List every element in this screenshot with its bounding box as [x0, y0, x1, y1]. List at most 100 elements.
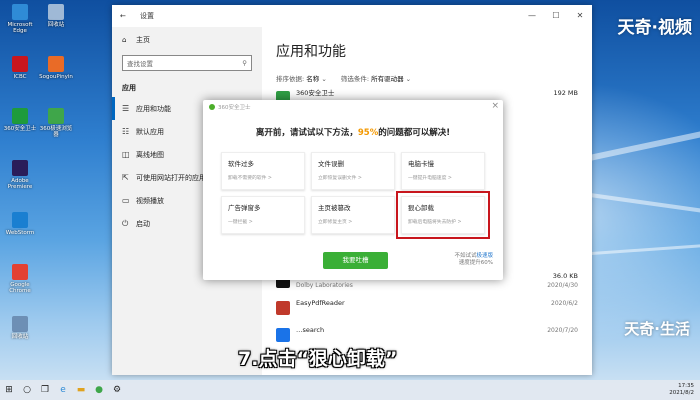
clock-time: 17:35	[678, 383, 694, 389]
option-title: 文件误删	[318, 160, 344, 168]
option-subtitle: 卸载后电脑将失去防护 >	[408, 220, 462, 225]
desktop-icon-label: 360安全卫士	[3, 126, 37, 132]
sidebar-home[interactable]: ⌂ 主页	[112, 27, 262, 53]
desktop-icon[interactable]: 360安全卫士	[2, 108, 38, 132]
sidebar-item-label: 可使用网站打开的应用	[136, 173, 206, 182]
promo-text: 不如试试	[454, 253, 477, 259]
sort-value: 名称	[306, 75, 320, 83]
option-card[interactable]: 文件误删 立即恢复误删文件 >	[311, 152, 395, 190]
desktop-icon-label: Microsoft Edge	[7, 22, 33, 34]
chevron-down-icon: ⌄	[405, 75, 412, 83]
filter-label: 筛选条件:	[340, 75, 370, 83]
desktop-icon-label: ICBC	[13, 74, 27, 80]
option-title: 主页被篡改	[318, 204, 351, 212]
start-icon[interactable]: ⊞	[0, 380, 18, 400]
system-clock[interactable]: 17:35 2021/8/2	[669, 383, 694, 397]
option-title: 广告弹窗多	[228, 204, 261, 212]
close-icon[interactable]: ×	[491, 101, 499, 111]
option-grid: 软件过多 卸载不需要的软件 > 文件误删 立即恢复误删文件 > 电脑卡慢 一键提升电脑速度…	[203, 152, 503, 239]
desktop-icon[interactable]: 回收站	[2, 316, 38, 340]
app-icon	[48, 108, 64, 124]
app-icon	[276, 301, 290, 315]
app-icon	[48, 56, 64, 72]
app-icon	[12, 264, 28, 280]
sidebar-item-label: 默认应用	[136, 127, 164, 136]
sidebar-item-label: 视频播放	[136, 196, 164, 205]
sidebar-item-label: 启动	[136, 219, 150, 228]
desktop-icon-label: 回收站	[47, 22, 65, 28]
headline-text: 离开前，请试试以下方法，	[255, 128, 358, 138]
step-caption: 7.点击“狠心卸载”	[238, 348, 398, 370]
dialog-title-bar: 360安全卫士	[203, 100, 503, 114]
back-arrow-icon[interactable]: ←	[120, 12, 130, 20]
desktop-icon[interactable]: Google Chrome	[2, 264, 38, 294]
close-button[interactable]: ✕	[568, 5, 592, 27]
search-icon[interactable]: ○	[18, 380, 36, 400]
desktop-icon[interactable]: 360极速浏览器	[38, 108, 74, 138]
browser-icon[interactable]: e	[54, 380, 72, 400]
desktop-icon[interactable]: Adobe Premiere	[2, 160, 38, 190]
explorer-icon[interactable]: ▬	[72, 380, 90, 400]
option-card[interactable]: 广告弹窗多一键拦截 >	[221, 196, 305, 234]
uninstall-dialog: 360安全卫士 × 离开前，请试试以下方法，95%的问题都可以解决! 软件过多卸…	[203, 100, 503, 280]
maximize-button[interactable]: ☐	[544, 5, 568, 27]
sidebar-item-label: 离线地图	[136, 150, 164, 159]
window-title: 设置	[140, 12, 154, 20]
desktop-icon-label: SogouPinyin	[39, 74, 73, 80]
dialog-headline: 离开前，请试试以下方法，95%的问题都可以解决!	[203, 126, 503, 138]
option-card[interactable]: 主页被篡改立即修复主页 >	[311, 196, 395, 234]
app-list-item[interactable]: EasyPdfReader 2020/6/2	[276, 299, 578, 324]
headline-percent: 95%	[357, 128, 379, 138]
app-date: 2020/6/2	[551, 300, 578, 307]
option-title: 软件过多	[228, 160, 254, 168]
option-subtitle: 立即修复主页 >	[318, 220, 353, 225]
app-publisher: Dolby Laboratories	[296, 282, 353, 289]
app-size: 36.0 KB	[552, 272, 578, 280]
app-icon	[12, 160, 28, 176]
desktop-icon-label: Google Chrome	[9, 282, 31, 294]
desktop-icon[interactable]: 回收站	[38, 4, 74, 28]
option-title: 狠心卸载	[408, 204, 434, 212]
desktop-icon[interactable]: ICBC	[2, 56, 38, 80]
desktop-icons: Microsoft Edge ICBC 360安全卫士 Adobe Premiere W…	[0, 0, 80, 380]
option-subtitle: 卸载不需要的软件 >	[228, 176, 272, 181]
filter-dropdown[interactable]: 筛选条件: 所有驱动器 ⌄	[341, 73, 411, 83]
feedback-button[interactable]: 我要吐槽	[323, 252, 388, 269]
promo-link[interactable]: 极速版	[476, 253, 493, 259]
watermark-bottom: 天奇·生活	[624, 320, 690, 338]
minimize-button[interactable]: —	[520, 5, 544, 27]
web-app-icon: ⇱	[122, 173, 129, 182]
app-name: …search	[296, 326, 325, 334]
desktop-icon[interactable]: WebStorm	[2, 212, 38, 236]
settings-icon[interactable]: ⚙	[108, 380, 126, 400]
sort-label: 排序依据:	[276, 75, 305, 83]
app-icon[interactable]: ●	[90, 380, 108, 400]
option-subtitle: 一键提升电脑速度 >	[408, 176, 452, 181]
app-icon	[12, 212, 28, 228]
app-icon	[12, 56, 28, 72]
desktop-icon-label: Adobe Premiere	[7, 178, 33, 190]
video-icon: ▭	[122, 196, 130, 205]
option-subtitle: 一键拦截 >	[228, 220, 253, 225]
desktop-icon[interactable]: Microsoft Edge	[2, 4, 38, 34]
title-bar: ← 设置 — ☐ ✕	[112, 5, 592, 27]
app-size: 192 MB	[553, 89, 578, 97]
desktop-icon-label: 360极速浏览器	[39, 126, 73, 138]
app-date: 2020/4/30	[547, 282, 578, 289]
search-input[interactable]: 查找设置 ⚲	[122, 55, 252, 71]
task-view-icon[interactable]: ❐	[36, 380, 54, 400]
desktop-icon[interactable]: SogouPinyin	[38, 56, 74, 80]
watermark-top: 天奇·视频	[617, 18, 692, 38]
app-icon	[276, 328, 290, 342]
option-card[interactable]: 电脑卡慢 一键提升电脑速度 >	[401, 152, 485, 190]
chevron-down-icon: ⌄	[321, 75, 327, 83]
search-icon: ⚲	[242, 59, 247, 67]
dialog-app-name: 360安全卫士	[218, 105, 251, 111]
startup-icon: ⏻	[122, 218, 129, 228]
sort-dropdown[interactable]: 排序依据: 名称 ⌄	[276, 73, 327, 83]
option-card[interactable]: 软件过多卸载不需要的软件 >	[221, 152, 305, 190]
uninstall-option-card[interactable]: 狠心卸载卸载后电脑将失去防护 >	[396, 191, 490, 239]
default-apps-icon: ☷	[122, 127, 130, 136]
page-title: 应用和功能	[276, 44, 346, 60]
app-icon	[48, 4, 64, 20]
